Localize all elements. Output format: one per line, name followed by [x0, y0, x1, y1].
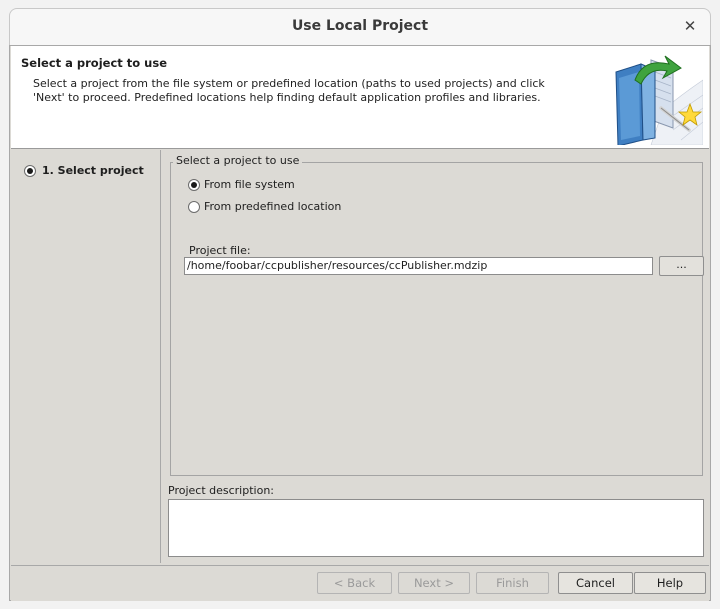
step-select-project[interactable]: 1. Select project [24, 164, 144, 177]
option-predefined-location[interactable]: From predefined location [188, 200, 341, 213]
option-file-system-label: From file system [204, 178, 295, 191]
cancel-button[interactable]: Cancel [558, 572, 633, 594]
group-legend: Select a project to use [173, 154, 303, 167]
header-description-line-1: Select a project from the file system or… [33, 77, 545, 90]
header-title: Select a project to use [21, 56, 168, 70]
dialog-window: Use Local Project ✕ Select a project to … [0, 0, 720, 609]
title-bar: Use Local Project ✕ [9, 8, 711, 45]
next-button[interactable]: Next > [398, 572, 470, 594]
project-source-group: From file system From predefined locatio… [170, 162, 704, 476]
wizard-steps: 1. Select project [11, 150, 161, 563]
back-button[interactable]: < Back [317, 572, 392, 594]
option-predefined-location-label: From predefined location [204, 200, 342, 213]
step-radio-icon [24, 164, 36, 177]
window-title: Use Local Project [291, 18, 429, 34]
header-description: Select a project from the file system or… [33, 77, 593, 105]
wizard-content: From file system From predefined locatio… [163, 150, 710, 563]
radio-file-system[interactable] [188, 178, 200, 191]
step-label: 1. Select project [42, 164, 144, 177]
finish-button[interactable]: Finish [476, 572, 549, 594]
close-icon[interactable]: ✕ [682, 16, 698, 36]
button-bar: < Back Next > Finish Cancel Help [11, 565, 709, 601]
project-file-label: Project file: [189, 244, 251, 257]
project-file-input[interactable]: /home/foobar/ccpublisher/resources/ccPub… [184, 257, 653, 275]
wizard-header: Select a project to use Select a project… [11, 46, 709, 149]
project-wizard-icon [615, 55, 703, 145]
browse-button[interactable]: ... [659, 256, 704, 276]
help-button[interactable]: Help [634, 572, 706, 594]
project-description-area[interactable] [168, 499, 704, 557]
option-file-system[interactable]: From file system [188, 178, 295, 191]
header-description-line-2: 'Next' to proceed. Predefined locations … [33, 91, 541, 104]
project-description-label: Project description: [168, 484, 274, 497]
radio-predefined-location[interactable] [188, 200, 200, 213]
dialog-body: Select a project to use Select a project… [9, 45, 711, 601]
